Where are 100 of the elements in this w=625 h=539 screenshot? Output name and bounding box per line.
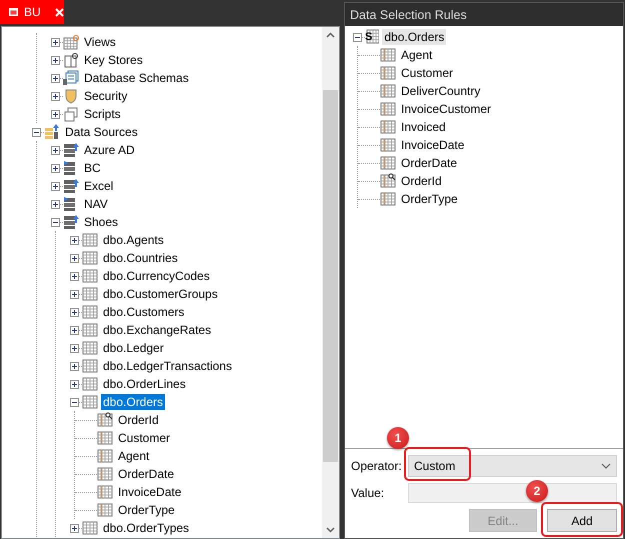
tree-item[interactable]: dbo.Agents	[101, 232, 166, 248]
tree-item[interactable]: Key Stores	[82, 52, 145, 68]
tree-item[interactable]: Excel	[82, 178, 116, 194]
table-icon	[82, 520, 98, 536]
tree-item[interactable]: Shoes	[82, 214, 120, 230]
expand-toggle[interactable]	[51, 146, 60, 154]
table-icon	[82, 250, 98, 266]
close-icon[interactable]	[54, 8, 64, 16]
plus-icon	[71, 236, 78, 244]
tree-item[interactable]: dbo.CurrencyCodes	[101, 268, 212, 284]
expand-toggle[interactable]	[70, 344, 79, 352]
tree-item[interactable]: dbo.Orders	[101, 394, 166, 410]
expand-toggle[interactable]	[51, 74, 60, 82]
tree-item[interactable]: InvoiceDate	[116, 484, 184, 500]
plus-icon	[71, 524, 78, 532]
tree-item[interactable]: dbo.CustomerGroups	[101, 286, 220, 302]
tree-item[interactable]: Agent	[399, 47, 434, 63]
expand-toggle[interactable]	[51, 182, 60, 190]
tree-item[interactable]: OrderDate	[399, 155, 460, 171]
expand-toggle[interactable]	[70, 398, 79, 406]
tree-item[interactable]: OrderId	[116, 412, 161, 428]
expand-toggle[interactable]	[51, 56, 60, 64]
operator-dropdown[interactable]: Custom	[408, 455, 617, 477]
plus-icon	[71, 362, 78, 370]
expand-toggle[interactable]	[70, 380, 79, 388]
expand-toggle[interactable]	[70, 524, 79, 532]
expand-toggle[interactable]	[70, 254, 79, 262]
tree-item[interactable]: NAV	[82, 196, 110, 212]
expand-toggle[interactable]	[70, 290, 79, 298]
tree-item[interactable]: Scripts	[82, 106, 123, 122]
tree-item[interactable]: dbo.Customers	[101, 304, 186, 320]
table-icon	[82, 358, 98, 374]
scrollbar[interactable]	[322, 27, 339, 538]
table-icon	[82, 304, 98, 320]
rule-symbol: S	[365, 31, 372, 43]
expand-toggle[interactable]	[51, 200, 60, 208]
document-tab[interactable]: BU	[0, 0, 64, 24]
expand-toggle[interactable]	[51, 164, 60, 172]
expand-toggle[interactable]	[51, 92, 60, 100]
value-label: Value:	[351, 486, 386, 500]
tree-item[interactable]: InvoiceCustomer	[399, 101, 494, 117]
expand-toggle[interactable]	[70, 272, 79, 280]
expand-toggle[interactable]	[70, 308, 79, 316]
tree-item[interactable]: Customer	[399, 65, 456, 81]
tree-item[interactable]: OrderType	[116, 502, 177, 518]
table-icon	[82, 394, 98, 410]
tree-item[interactable]: Views	[82, 34, 118, 50]
tree-item[interactable]: DeliverCountry	[399, 83, 482, 99]
window-icon	[9, 8, 18, 16]
server-icon	[63, 214, 79, 230]
plus-icon	[52, 74, 59, 82]
schema-icon	[63, 70, 79, 86]
add-button[interactable]: Add	[547, 509, 617, 532]
expand-toggle[interactable]	[51, 38, 60, 46]
tree-item[interactable]: dbo.Countries	[101, 250, 180, 266]
tree-item[interactable]: dbo.LedgerTransactions	[101, 358, 234, 374]
plus-icon	[71, 272, 78, 280]
expand-toggle[interactable]	[51, 218, 60, 226]
server-icon	[63, 142, 79, 158]
expand-toggle[interactable]	[51, 110, 60, 118]
tree-item[interactable]: InvoiceDate	[399, 137, 466, 153]
scroll-thumb[interactable]	[323, 90, 338, 462]
plus-icon	[52, 146, 59, 154]
tree-item[interactable]: dbo.ExchangeRates	[101, 322, 214, 338]
plus-icon	[52, 182, 59, 190]
plus-icon	[52, 200, 59, 208]
tree-item[interactable]: Data Sources	[63, 124, 140, 140]
plus-icon	[52, 92, 59, 100]
tree-item[interactable]: BC	[82, 160, 103, 176]
tree-item[interactable]: dbo.Ledger	[101, 340, 166, 356]
tree-item[interactable]: OrderId	[399, 173, 444, 189]
plus-icon	[71, 254, 78, 262]
tree-item[interactable]: dbo.OrderTypes	[101, 520, 192, 536]
expand-toggle[interactable]	[353, 32, 362, 42]
plus-icon	[71, 290, 78, 298]
expand-toggle[interactable]	[70, 326, 79, 334]
operator-label: Operator:	[351, 459, 403, 473]
table-icon	[82, 268, 98, 284]
expand-toggle[interactable]	[32, 128, 41, 136]
tree-item[interactable]: dbo.OrderLines	[101, 376, 188, 392]
panel-title: Data Selection Rules	[345, 3, 623, 26]
expand-toggle[interactable]	[70, 362, 79, 370]
tree-item[interactable]: Security	[82, 88, 130, 104]
grid-view-icon	[63, 34, 79, 50]
tree-item[interactable]: Agent	[116, 448, 152, 464]
tree-item[interactable]: Database Schemas	[82, 70, 191, 86]
table-icon	[82, 322, 98, 338]
expand-toggle[interactable]	[70, 236, 79, 244]
tab-title: BU	[24, 5, 41, 19]
data-sources-icon	[44, 124, 60, 140]
plus-icon	[52, 110, 59, 118]
tree-item[interactable]: dbo.Orders	[382, 29, 446, 45]
plus-icon	[52, 56, 59, 64]
tree-item[interactable]: OrderType	[399, 191, 460, 207]
tree-item[interactable]: OrderDate	[116, 466, 176, 482]
tree-item[interactable]: Azure AD	[82, 142, 137, 158]
tree-item[interactable]: Invoiced	[399, 119, 448, 135]
server-icon	[63, 178, 79, 194]
plus-icon	[52, 164, 59, 172]
tree-item[interactable]: Customer	[116, 430, 172, 446]
